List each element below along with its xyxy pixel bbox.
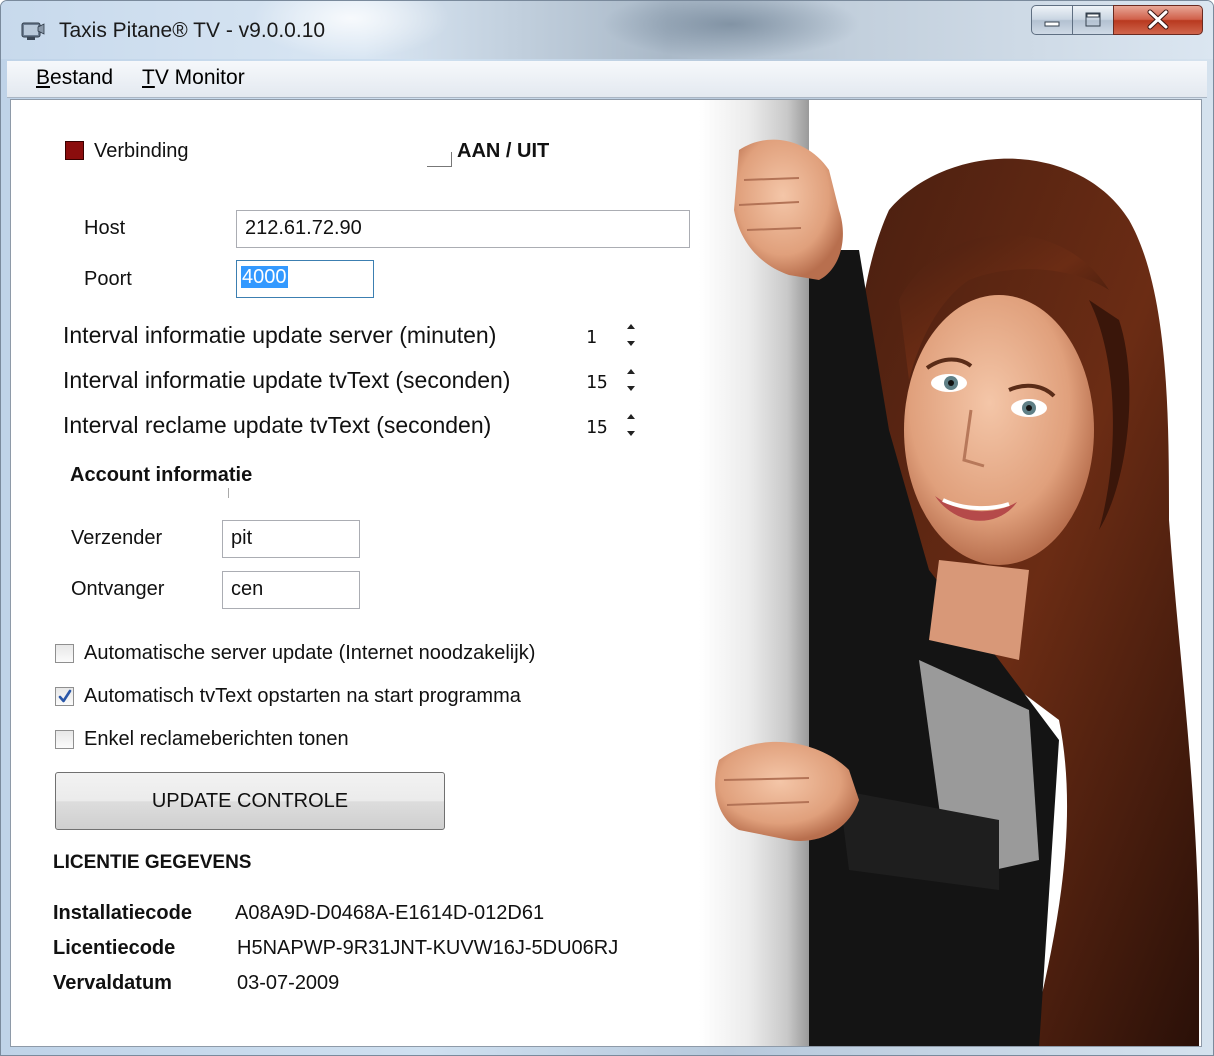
settings-panel: Verbinding AAN / UIT Host 212.61.72.90 P… bbox=[10, 99, 1202, 1047]
install-code-value: A08A9D-D0468A-E1614D-012D61 bbox=[235, 902, 545, 924]
receiver-label: Ontvanger bbox=[71, 578, 165, 600]
menu-tv-monitor-accel: T bbox=[142, 66, 155, 89]
interval-tvtext-spinner-icon[interactable] bbox=[624, 365, 638, 395]
title-bar[interactable]: Taxis Pitane® TV - v9.0.0.10 bbox=[1, 1, 1213, 59]
interval-tvtext-label: Interval informatie update tvText (secon… bbox=[63, 367, 511, 393]
minimize-button[interactable] bbox=[1031, 5, 1073, 35]
menu-bestand-label: estand bbox=[50, 66, 114, 89]
auto-server-update-checkbox[interactable] bbox=[55, 644, 74, 663]
connection-status-indicator bbox=[65, 141, 84, 160]
maximize-icon bbox=[1085, 12, 1101, 27]
sender-label: Verzender bbox=[71, 527, 163, 549]
power-toggle[interactable] bbox=[427, 152, 452, 167]
install-code-label: Installatiecode bbox=[53, 902, 192, 924]
checkmark-icon bbox=[58, 689, 72, 703]
auto-start-tvtext-checkbox[interactable] bbox=[55, 687, 74, 706]
minimize-icon bbox=[1044, 21, 1060, 27]
auto-server-update-label[interactable]: Automatische server update (Internet noo… bbox=[84, 642, 535, 665]
port-input[interactable]: 4000 bbox=[236, 260, 374, 298]
titlebar-glass-shade bbox=[601, 1, 861, 59]
ads-only-checkbox[interactable] bbox=[55, 730, 74, 749]
interval-server-value[interactable]: 1 bbox=[586, 327, 597, 348]
account-heading: Account informatie bbox=[70, 464, 253, 486]
sender-input[interactable]: pit bbox=[222, 520, 360, 558]
power-toggle-label[interactable]: AAN / UIT bbox=[457, 140, 549, 163]
window-title: Taxis Pitane® TV - v9.0.0.10 bbox=[59, 19, 326, 42]
expiry-date-label: Vervaldatum bbox=[53, 972, 172, 994]
interval-tvtext-value[interactable]: 15 bbox=[586, 372, 608, 393]
menu-tv-monitor-label: V Monitor bbox=[154, 66, 245, 89]
port-input-value: 4000 bbox=[241, 266, 288, 288]
interval-reclame-value[interactable]: 15 bbox=[586, 417, 608, 438]
promo-photo bbox=[699, 100, 1199, 1046]
maximize-button[interactable] bbox=[1072, 5, 1114, 35]
license-code-label: Licentiecode bbox=[53, 937, 176, 959]
host-input[interactable]: 212.61.72.90 bbox=[236, 210, 690, 248]
close-button[interactable] bbox=[1113, 5, 1203, 35]
app-window: Taxis Pitane® TV - v9.0.0.10 Bestand TV … bbox=[0, 0, 1214, 1056]
license-heading: LICENTIE GEGEVENS bbox=[53, 852, 252, 873]
update-check-button[interactable]: UPDATE CONTROLE bbox=[55, 772, 445, 830]
account-divider bbox=[228, 488, 229, 498]
license-code-value: H5NAPWP-9R31JNT-KUVW16J-5DU06RJ bbox=[237, 937, 619, 959]
host-label: Host bbox=[84, 217, 126, 239]
interval-server-label: Interval informatie update server (minut… bbox=[63, 322, 497, 348]
menu-bar: Bestand TV Monitor bbox=[7, 61, 1207, 98]
port-label: Poort bbox=[84, 268, 132, 290]
interval-server-spinner-icon[interactable] bbox=[624, 320, 638, 350]
ads-only-label[interactable]: Enkel reclameberichten tonen bbox=[84, 728, 349, 751]
menu-bestand-accel: B bbox=[36, 66, 51, 89]
menu-tv-monitor[interactable]: TV Monitor bbox=[142, 66, 245, 90]
menu-bestand[interactable]: Bestand bbox=[36, 66, 113, 90]
connection-status-label: Verbinding bbox=[94, 140, 189, 162]
close-icon bbox=[1147, 9, 1169, 30]
expiry-date-value: 03-07-2009 bbox=[237, 972, 340, 994]
interval-reclame-label: Interval reclame update tvText (seconden… bbox=[63, 412, 492, 438]
receiver-input[interactable]: cen bbox=[222, 571, 360, 609]
interval-reclame-spinner-icon[interactable] bbox=[624, 410, 638, 440]
app-icon bbox=[21, 22, 45, 40]
auto-start-tvtext-label[interactable]: Automatisch tvText opstarten na start pr… bbox=[84, 685, 521, 708]
